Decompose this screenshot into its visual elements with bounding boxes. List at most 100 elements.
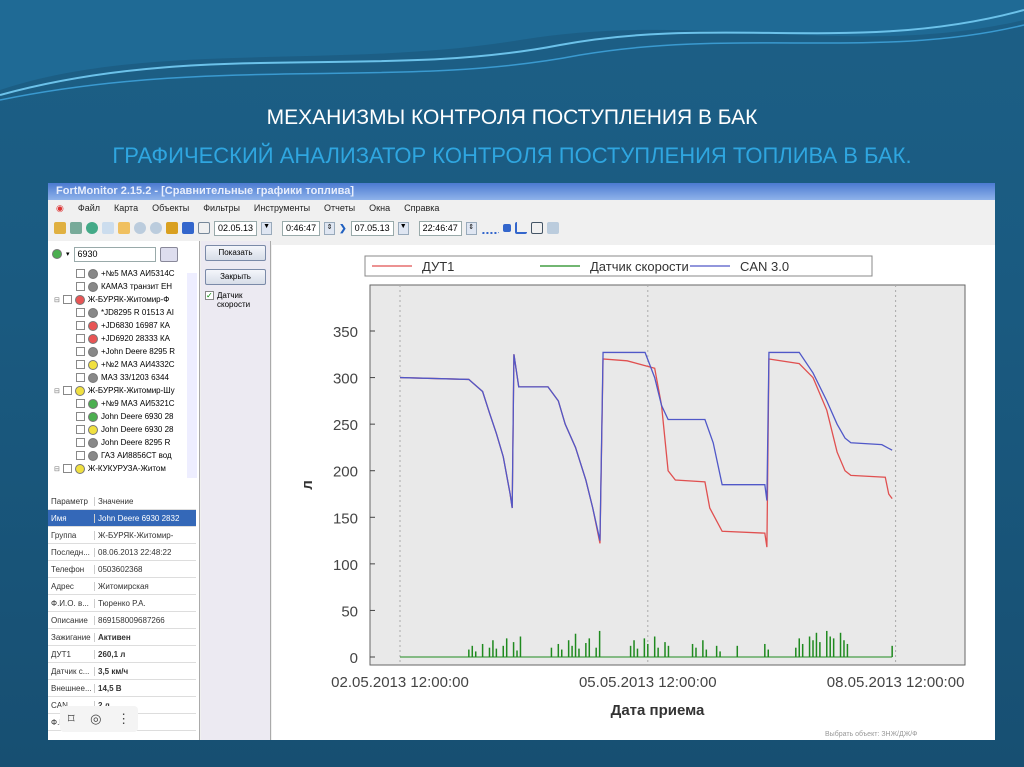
collapse-icon[interactable]: ⊟ (54, 296, 60, 304)
table-row[interactable]: Последн... 08.06.2013 22:48:22 (48, 544, 196, 561)
globe-icon[interactable] (86, 222, 98, 234)
search-object-icon[interactable] (54, 222, 66, 234)
menu-windows[interactable]: Окна (369, 203, 390, 214)
param-value: 3,5 км/ч (98, 666, 129, 676)
date-from-input[interactable]: 02.05.13 (214, 220, 258, 236)
status-dot-icon (88, 359, 98, 370)
item-checkbox[interactable] (76, 282, 85, 291)
menu-objects[interactable]: Объекты (152, 203, 189, 214)
collapse-icon[interactable]: ⊟ (54, 465, 60, 473)
menu-filters[interactable]: Фильтры (203, 203, 240, 214)
pointer-icon[interactable] (102, 222, 114, 234)
status-dot-icon (74, 385, 85, 396)
time-to-spinner[interactable]: ⇕ (465, 221, 477, 235)
tree-item[interactable]: John Deere 8295 R (48, 436, 199, 449)
status-filter-icon[interactable] (52, 249, 62, 259)
item-checkbox[interactable] (76, 308, 85, 317)
speed-sensor-option[interactable]: ✓ Датчик скорости (205, 291, 266, 309)
export-icon[interactable] (546, 222, 559, 234)
date-to-input[interactable]: 07.05.13 (350, 220, 394, 236)
chart-icon[interactable] (514, 222, 527, 234)
menu-file[interactable]: Файл (78, 203, 100, 214)
tree-item[interactable]: +№9 МАЗ АИ5321С (48, 397, 199, 410)
item-checkbox[interactable] (76, 438, 85, 447)
item-checkbox[interactable] (76, 269, 85, 278)
time-from-spinner[interactable]: ⇕ (324, 221, 336, 235)
tree-item[interactable]: +John Deere 8295 R (48, 345, 199, 358)
time-to-input[interactable]: 22:46:47 (418, 220, 462, 236)
item-checkbox[interactable] (62, 295, 72, 304)
ruler-icon[interactable] (166, 222, 178, 234)
speed-sensor-checkbox[interactable]: ✓ (205, 291, 214, 300)
speed-sensor-label: Датчик скорости (217, 291, 251, 309)
menu-map[interactable]: Карта (114, 203, 138, 214)
table-row[interactable]: Ф.И.О. в... Тюренко Р.А. (48, 595, 196, 612)
slide-title: МЕХАНИЗМЫ КОНТРОЛЯ ПОСТУПЛЕНИЯ В БАК (266, 106, 758, 129)
x-axis-label: Дата приема (611, 702, 705, 719)
item-checkbox[interactable] (76, 425, 85, 434)
table-row[interactable]: ДУТ1 260,1 л (48, 646, 196, 663)
item-checkbox[interactable] (62, 386, 72, 395)
table-row[interactable]: Внешнее... 14,5 В (48, 680, 196, 697)
tree-group[interactable]: ⊟ Ж-БУРЯК-Житомир-Ф (48, 293, 199, 306)
hand-icon[interactable] (118, 222, 130, 234)
show-button[interactable]: Показать (205, 245, 266, 261)
table-row[interactable]: Описание 869158009687266 (48, 612, 196, 629)
tree-item[interactable]: КАМАЗ транзит ЕН (48, 280, 199, 293)
pin-icon[interactable] (182, 222, 194, 234)
tree-item[interactable]: +№2 МАЗ АИ4332С (48, 358, 199, 371)
search-input[interactable]: 6930 (73, 246, 156, 262)
collapse-icon[interactable]: ⊟ (54, 387, 60, 395)
tree-item[interactable]: +№5 МАЗ АИ5314С (48, 267, 199, 280)
tree-item[interactable]: John Deere 6930 28 (48, 423, 199, 436)
status-dot-icon (88, 437, 98, 448)
table-row[interactable]: Телефон 0503602368 (48, 561, 196, 578)
menu-tools[interactable]: Инструменты (254, 203, 310, 214)
lens-icon[interactable]: ◎ (90, 711, 101, 727)
stop-icon[interactable] (502, 224, 511, 232)
tree-item[interactable]: *JD8295 R 01513 АІ (48, 306, 199, 319)
tree-scrollbar[interactable] (187, 273, 197, 478)
table-header: Параметр Значение (48, 493, 196, 510)
tree-item[interactable]: МАЗ 33/1203 6344 (48, 371, 199, 384)
time-from-input[interactable]: 0:46:47 (282, 220, 321, 236)
item-checkbox[interactable] (76, 347, 85, 356)
tree-item[interactable]: ГАЗ АИ8856СТ вод (48, 449, 199, 462)
close-button[interactable]: Закрыть (205, 269, 266, 285)
layers-icon[interactable] (70, 222, 82, 234)
table-row[interactable]: Группа Ж-БУРЯК-Житомир- (48, 527, 196, 544)
item-checkbox[interactable] (76, 451, 85, 460)
bookmark-icon[interactable]: ⌑ (68, 711, 75, 727)
item-checkbox[interactable] (62, 464, 72, 473)
table-row[interactable]: Адрес Житомирская (48, 578, 196, 595)
date-from-dropdown[interactable]: ▼ (261, 221, 273, 235)
tree-item[interactable]: John Deere 6930 28 (48, 410, 199, 423)
item-checkbox[interactable] (76, 334, 85, 343)
save-icon[interactable] (530, 222, 543, 234)
table-row[interactable]: Датчик с... 3,5 км/ч (48, 663, 196, 680)
table-icon[interactable] (198, 222, 210, 234)
date-to-dropdown[interactable]: ▼ (397, 221, 409, 235)
param-value: 08.06.2013 22:48:22 (98, 547, 172, 557)
next-arrow-icon[interactable]: ❯ (339, 223, 347, 234)
item-checkbox[interactable] (76, 399, 85, 408)
table-row[interactable]: Зажигание Активен (48, 629, 196, 646)
zoom-in-icon[interactable] (134, 222, 146, 234)
find-icon[interactable] (159, 246, 178, 262)
item-label: +№9 МАЗ АИ5321С (101, 399, 175, 408)
tree-item[interactable]: +JD6920 28333 КА (48, 332, 199, 345)
item-checkbox[interactable] (76, 321, 85, 330)
tree-item[interactable]: +JD6830 16987 КА (48, 319, 199, 332)
menu-reports[interactable]: Отчеты (324, 203, 355, 214)
more-icon[interactable]: ⋮ (117, 711, 130, 727)
zoom-out-icon[interactable] (150, 222, 162, 234)
item-checkbox[interactable] (76, 360, 85, 369)
item-checkbox[interactable] (76, 412, 85, 421)
param-name: Внешнее... (48, 683, 95, 693)
table-row[interactable]: Имя John Deere 6930 2832 (48, 510, 196, 527)
item-checkbox[interactable] (76, 373, 85, 382)
tree-group[interactable]: ⊟ Ж-БУРЯК-Житомир-Шу (48, 384, 199, 397)
tree-group[interactable]: ⊟ Ж-КУКУРУЗА-Житом (48, 462, 199, 475)
track-icon[interactable] (480, 222, 499, 234)
menu-help[interactable]: Справка (404, 203, 439, 214)
